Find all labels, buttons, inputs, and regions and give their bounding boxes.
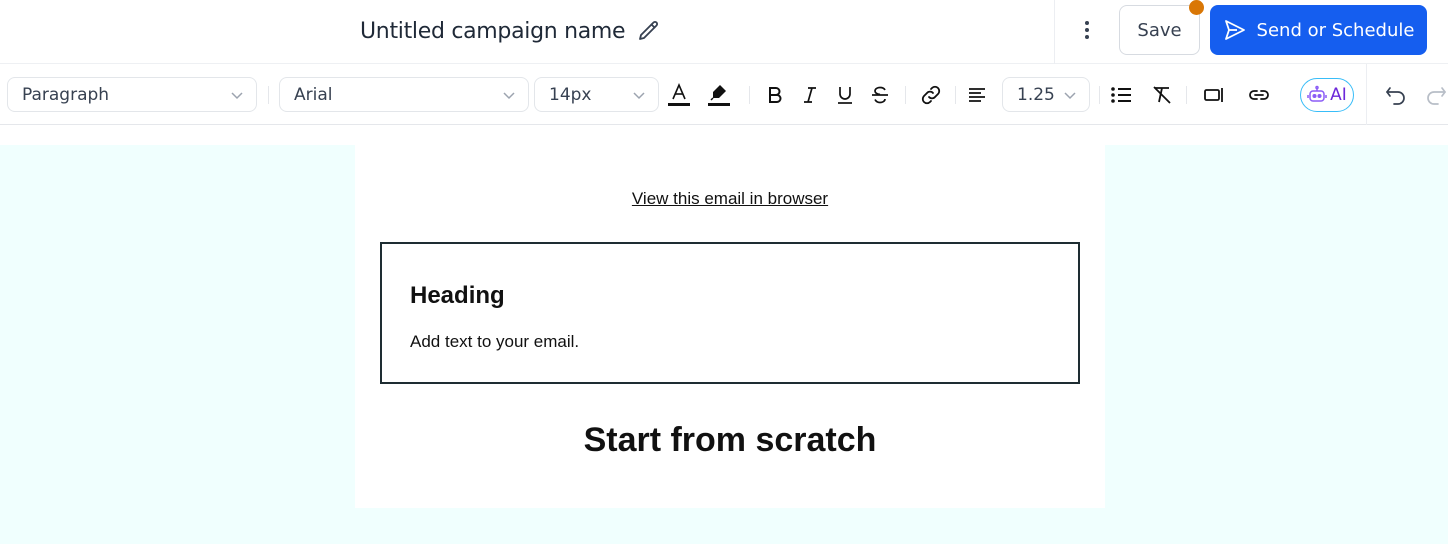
- font-family-select[interactable]: Arial: [279, 77, 529, 112]
- save-button[interactable]: Save: [1119, 5, 1200, 55]
- line-height-value: 1.25: [1017, 84, 1055, 105]
- chevron-down-icon: [230, 88, 244, 102]
- redo-icon[interactable]: [1424, 82, 1448, 108]
- send-icon: [1223, 18, 1247, 42]
- clear-format-icon[interactable]: [1150, 82, 1174, 108]
- link-icon[interactable]: [919, 82, 943, 108]
- toolbar-divider: [1186, 86, 1187, 104]
- toolbar-divider: [905, 86, 906, 104]
- scratch-heading[interactable]: Start from scratch: [355, 421, 1105, 460]
- toolbar-divider: [749, 86, 750, 104]
- toolbar-divider: [955, 86, 956, 104]
- toolbar-divider: [1099, 86, 1100, 104]
- block-type-value: Paragraph: [22, 84, 110, 105]
- toolbar-divider: [268, 86, 269, 104]
- header-divider: [1054, 0, 1055, 64]
- view-in-browser-link[interactable]: View this email in browser: [355, 189, 1105, 209]
- chevron-down-icon: [502, 88, 516, 102]
- font-size-value: 14px: [549, 84, 592, 105]
- block-type-select[interactable]: Paragraph: [7, 77, 257, 112]
- bullet-list-icon[interactable]: [1109, 82, 1133, 108]
- font-family-value: Arial: [294, 84, 333, 105]
- chevron-down-icon: [632, 88, 646, 102]
- campaign-title[interactable]: Untitled campaign name: [360, 17, 661, 45]
- kebab-menu-icon[interactable]: [1073, 14, 1101, 46]
- campaign-name[interactable]: Untitled campaign name: [360, 19, 626, 44]
- undo-icon[interactable]: [1384, 82, 1408, 108]
- ai-robot-icon: [1307, 85, 1327, 105]
- strikethrough-icon[interactable]: [868, 82, 892, 108]
- ai-label: AI: [1330, 85, 1347, 105]
- bold-icon[interactable]: [763, 82, 787, 108]
- align-left-icon[interactable]: [965, 82, 989, 108]
- chevron-down-icon: [1063, 88, 1077, 102]
- send-button-label: Send or Schedule: [1256, 19, 1415, 41]
- button-link-icon[interactable]: [1247, 82, 1271, 108]
- send-or-schedule-button[interactable]: Send or Schedule: [1210, 5, 1427, 55]
- top-bar: Untitled campaign name Save Send or Sche…: [0, 0, 1448, 64]
- format-toolbar: Paragraph Arial 14px 1.25 AI: [0, 64, 1448, 125]
- italic-icon[interactable]: [798, 82, 822, 108]
- text-color-icon[interactable]: [667, 82, 691, 108]
- block-text[interactable]: Add text to your email.: [410, 332, 579, 352]
- unsaved-indicator: [1189, 0, 1204, 15]
- pencil-icon[interactable]: [637, 19, 661, 43]
- email-body: View this email in browser Heading Add t…: [355, 145, 1105, 508]
- line-height-select[interactable]: 1.25: [1002, 77, 1090, 112]
- toolbar-divider: [1366, 64, 1367, 125]
- underline-icon[interactable]: [833, 82, 857, 108]
- block-heading[interactable]: Heading: [410, 282, 505, 310]
- highlight-icon[interactable]: [707, 82, 731, 108]
- font-size-select[interactable]: 14px: [534, 77, 659, 112]
- ai-assistant-button[interactable]: AI: [1300, 78, 1354, 112]
- merge-tag-icon[interactable]: [1202, 82, 1226, 108]
- selected-text-block[interactable]: Heading Add text to your email.: [380, 242, 1080, 384]
